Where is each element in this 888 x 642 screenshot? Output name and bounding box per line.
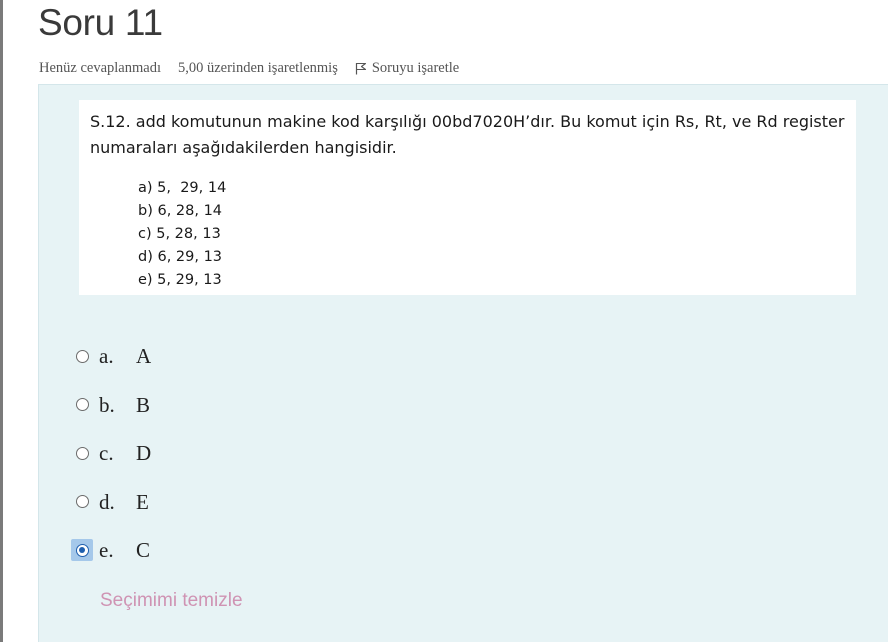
answer-text: A [136, 344, 152, 368]
question-stem: S.12. add komutunun makine kod karşılığı… [90, 109, 850, 161]
answer-letter: c. [99, 441, 114, 465]
question-option: e) 5, 29, 13 [138, 272, 222, 288]
answer-radio-e[interactable] [75, 543, 89, 557]
question-option: d) 6, 29, 13 [138, 249, 223, 265]
answer-option-c[interactable]: c. D [71, 437, 151, 486]
flag-icon [355, 62, 366, 75]
question-formulation: S.12. add komutunun makine kod karşılığı… [38, 84, 888, 642]
question-option: a) 5, 29, 14 [138, 180, 227, 196]
answer-option-b[interactable]: b. B [71, 389, 151, 438]
question-option: c) 5, 28, 13 [138, 226, 221, 242]
question-options: a) 5, 29, 14 b) 6, 28, 14 c) 5, 28, 13 d… [138, 177, 226, 292]
answer-letter: e. [99, 538, 114, 562]
question-stem-line: S.12. add komutunun makine kod karşılığı… [90, 112, 845, 131]
answer-option-a[interactable]: a. A [71, 340, 151, 389]
answer-text: E [136, 489, 149, 514]
answer-option-e[interactable]: e. C [71, 534, 151, 583]
question-info: Henüz cevaplanmadı 5,00 üzerinden işaret… [39, 60, 459, 77]
answer-option-d[interactable]: d. E [71, 486, 151, 535]
selected-highlight [71, 539, 93, 561]
answer-radio-b[interactable] [75, 398, 89, 411]
answer-letter: d. [99, 489, 115, 514]
answer-radio-a[interactable] [75, 349, 89, 363]
answer-letter: a. [99, 344, 114, 368]
answer-text: C [136, 538, 151, 562]
clear-choice-link[interactable]: Seçimimi temizle [100, 590, 243, 612]
answer-radio-c[interactable] [75, 446, 89, 460]
flag-question-label: Soruyu işaretle [371, 60, 460, 76]
answer-list: a. A b. B c. D d. E e. C [71, 340, 151, 583]
question-grade: 5,00 üzerinden işaretlenmiş [177, 60, 338, 76]
question-stem-line: numaraları aşağıdakilerden hangisidir. [90, 138, 397, 157]
answer-letter: b. [99, 392, 115, 417]
flag-question-link[interactable]: Soruyu işaretle [355, 60, 459, 77]
left-border [0, 0, 3, 642]
answer-radio-d[interactable] [75, 495, 89, 508]
question-state: Henüz cevaplanmadı [39, 60, 161, 76]
answer-text: B [136, 392, 151, 417]
question-option: b) 6, 28, 14 [138, 203, 223, 219]
question-title: Soru 11 [38, 2, 163, 43]
answer-text: D [136, 441, 152, 465]
question-image: S.12. add komutunun makine kod karşılığı… [79, 100, 856, 295]
